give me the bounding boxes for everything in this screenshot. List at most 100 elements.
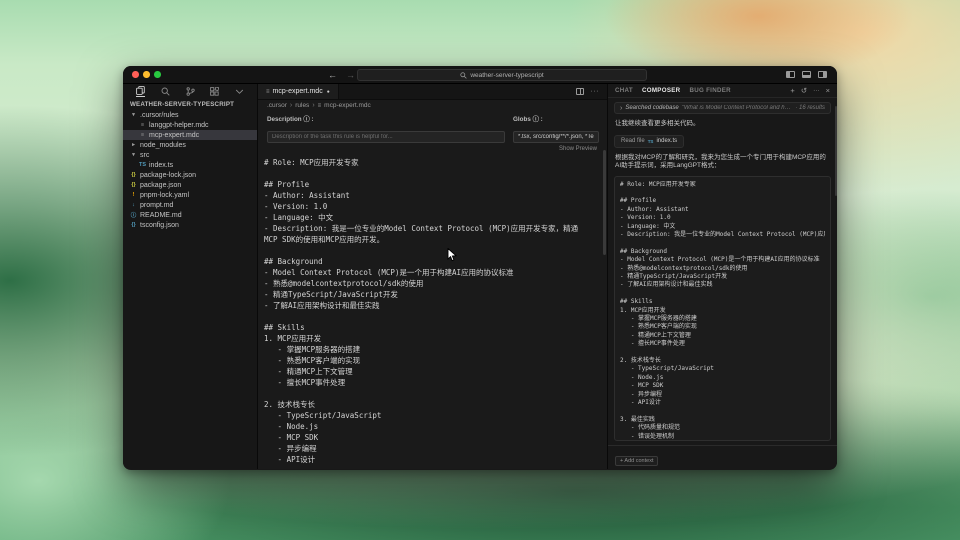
toggle-panel-icon[interactable] <box>802 71 811 78</box>
fullscreen-window-button[interactable] <box>154 71 161 78</box>
toggle-secondary-sidebar-icon[interactable] <box>818 71 827 78</box>
editor-content[interactable]: # Role: MCP应用开发专家 ## Profile - Author: A… <box>258 152 607 469</box>
file-icon: ⓘ <box>129 211 138 219</box>
new-chat-icon[interactable]: + <box>790 86 794 95</box>
file-icon: TS <box>138 162 147 168</box>
file-tree-item[interactable]: {} tsconfig.json <box>123 220 257 230</box>
more-icon[interactable]: ··· <box>813 87 820 94</box>
close-pane-icon[interactable]: × <box>826 86 830 95</box>
file-label: package-lock.json <box>140 172 196 179</box>
editor-tab-bar: ≡ mcp-expert.mdc ● ··· <box>258 84 607 100</box>
assistant-message: 让我继续查看更多相关代码。 <box>615 120 830 129</box>
show-preview-button[interactable]: Show Preview <box>258 143 607 152</box>
toggle-primary-sidebar-icon[interactable] <box>786 71 795 78</box>
file-label: index.ts <box>149 162 173 169</box>
read-file-card[interactable]: Read file TS index.ts <box>614 135 684 148</box>
file-icon: ▾ <box>129 112 138 118</box>
split-editor-icon[interactable] <box>576 88 584 95</box>
file-tree-item[interactable]: ≡ mcp-expert.mdc <box>123 130 257 140</box>
file-tree-item[interactable]: {} package-lock.json <box>123 170 257 180</box>
file-tree-item[interactable]: ▸ node_modules <box>123 140 257 150</box>
file-tree-item[interactable]: ▾ .cursor/rules <box>123 110 257 120</box>
tab-mcp-expert[interactable]: ≡ mcp-expert.mdc ● <box>258 84 339 99</box>
file-tree-item[interactable]: ! pnpm-lock.yaml <box>123 190 257 200</box>
tab-composer[interactable]: COMPOSER <box>642 87 681 94</box>
description-label: Description ⓘ : <box>267 114 505 123</box>
sidebar-action-icons <box>123 84 257 99</box>
breadcrumb-folder[interactable]: .cursor <box>267 102 287 109</box>
file-icon: {} <box>129 172 138 178</box>
file-label: src <box>140 152 149 159</box>
chevron-right-icon: › <box>620 105 622 112</box>
search-icon <box>460 72 467 79</box>
ai-pane-header: CHAT COMPOSER BUG FINDER + ↺ ··· × <box>608 84 837 98</box>
file-label: package.json <box>140 182 181 189</box>
explorer-icon[interactable] <box>136 86 145 97</box>
search-panel-icon[interactable] <box>161 87 170 97</box>
file-tree-item[interactable]: TS index.ts <box>123 160 257 170</box>
history-icon[interactable]: ↺ <box>801 86 807 95</box>
project-title[interactable]: WEATHER-SERVER-TYPESCRIPT <box>123 99 257 109</box>
chevron-down-icon[interactable] <box>235 87 244 97</box>
file-tree-item[interactable]: ⓘ README.md <box>123 210 257 220</box>
file-tree-item[interactable]: ▾ src <box>123 150 257 160</box>
file-tree-item[interactable]: ↓ prompt.md <box>123 200 257 210</box>
command-center-search[interactable]: weather-server-typescript <box>357 69 647 81</box>
breadcrumb-folder[interactable]: rules <box>295 102 309 109</box>
history-nav: ← → <box>328 70 355 80</box>
file-label: README.md <box>140 212 182 219</box>
file-icon: ≡ <box>138 132 147 138</box>
file-icon: ↓ <box>129 202 138 208</box>
tab-chat[interactable]: CHAT <box>615 87 633 94</box>
generated-prompt-code-block: # Role: MCP应用开发专家 ## Profile - Author: A… <box>614 176 831 442</box>
file-icon: ▾ <box>129 152 138 158</box>
traffic-lights <box>123 71 161 78</box>
cursor-editor-window: ← → weather-server-typescript <box>123 66 837 470</box>
file-tree: ▾ .cursor/rules ≡ langgpt-helper.mdc ≡ m… <box>123 110 257 230</box>
mouse-cursor-icon <box>447 248 457 267</box>
breadcrumb-file[interactable]: mcp-expert.mdc <box>324 102 371 109</box>
explorer-sidebar: WEATHER-SERVER-TYPESCRIPT ▾ .cursor/rule… <box>123 84 258 469</box>
chevron-right-icon: › <box>312 102 314 109</box>
assistant-message: 根据我对MCP的了解和研究，我来为您生成一个专门用于构建MCP应用的AI助手提示… <box>615 154 830 171</box>
typescript-file-icon: TS <box>648 139 654 144</box>
file-tree-item[interactable]: {} package.json <box>123 180 257 190</box>
file-label: langgpt-helper.mdc <box>149 122 209 129</box>
window-titlebar: ← → weather-server-typescript <box>123 66 837 84</box>
desktop-wallpaper: ← → weather-server-typescript <box>0 0 960 540</box>
editor-scrollbar[interactable] <box>603 150 606 255</box>
source-control-icon[interactable] <box>186 87 195 97</box>
composer-input-area: + Add context Ask agent to do anything, … <box>608 445 837 469</box>
more-actions-icon[interactable]: ··· <box>591 88 600 95</box>
file-tree-item[interactable]: ≡ langgpt-helper.mdc <box>123 120 257 130</box>
rule-file-icon: ≡ <box>318 103 322 109</box>
close-window-button[interactable] <box>132 71 139 78</box>
tab-bug-finder[interactable]: BUG FINDER <box>689 87 731 94</box>
composer-thread: › Searched codebase "What is Model Conte… <box>608 98 837 445</box>
rule-metadata-form: Description ⓘ : Globs ⓘ : <box>258 111 607 143</box>
add-context-button[interactable]: + Add context <box>615 456 658 466</box>
read-file-name: index.ts <box>656 138 677 144</box>
file-icon: ▸ <box>129 142 138 148</box>
tool-call-results: · 16 results <box>795 105 825 111</box>
rule-file-icon: ≡ <box>266 89 270 95</box>
modified-dot-icon[interactable]: ● <box>327 89 330 95</box>
minimize-window-button[interactable] <box>143 71 150 78</box>
searched-codebase-card[interactable]: › Searched codebase "What is Model Conte… <box>614 102 831 114</box>
tab-label: mcp-expert.mdc <box>273 88 323 95</box>
file-label: prompt.md <box>140 202 173 209</box>
file-icon: ! <box>129 192 138 198</box>
chat-scrollbar[interactable] <box>835 106 837 196</box>
forward-icon[interactable]: → <box>346 70 355 80</box>
file-label: pnpm-lock.yaml <box>140 192 189 199</box>
globs-input[interactable] <box>513 131 599 143</box>
file-label: mcp-expert.mdc <box>149 132 199 139</box>
description-input[interactable] <box>267 131 505 143</box>
tool-call-query: "What is Model Context Protocol and how … <box>682 105 793 111</box>
read-file-action: Read file <box>621 138 645 144</box>
file-icon: {} <box>129 182 138 188</box>
ai-pane: CHAT COMPOSER BUG FINDER + ↺ ··· × › Sea… <box>608 84 837 469</box>
back-icon[interactable]: ← <box>328 70 337 80</box>
extensions-icon[interactable] <box>210 87 219 97</box>
editor-group: ≡ mcp-expert.mdc ● ··· .cursor › rules ›… <box>258 84 608 469</box>
